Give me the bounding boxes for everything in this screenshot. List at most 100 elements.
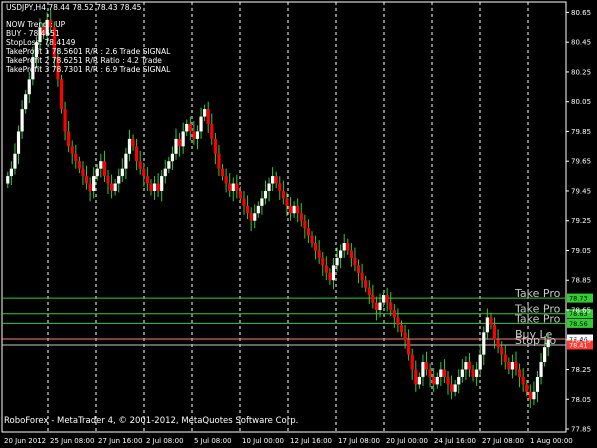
bear-candle xyxy=(414,369,418,385)
bear-candle xyxy=(410,354,414,370)
bull-candle xyxy=(532,391,536,400)
price-tick-label: 78.05 xyxy=(571,396,591,404)
price-tick-label: 79.45 xyxy=(571,187,591,195)
bull-candle xyxy=(185,124,189,132)
bull-candle xyxy=(199,116,203,132)
bull-candle xyxy=(256,205,260,214)
bear-candle xyxy=(188,124,192,132)
time-tick-label: 5 Jul 08:00 xyxy=(194,437,232,445)
level-label: Take Pro xyxy=(514,287,561,300)
bear-candle xyxy=(220,168,225,177)
level-lines: Take Pro 78.73Take Pro 78.63Take Pro 78.56B… xyxy=(2,287,593,350)
trend-line: NOW Trend : UP xyxy=(6,20,66,29)
bear-candle xyxy=(303,220,307,229)
bull-candle xyxy=(231,183,235,191)
bear-candle xyxy=(371,295,375,303)
bear-candle xyxy=(471,369,475,377)
bear-candle xyxy=(517,369,522,377)
bear-candle xyxy=(210,124,214,139)
bull-candle xyxy=(124,153,128,169)
bull-candle xyxy=(439,369,443,377)
bull-candle xyxy=(181,131,185,147)
level-price-badge-text: 78.73 xyxy=(569,295,588,303)
bear-candle xyxy=(81,168,85,177)
bull-candle xyxy=(9,168,13,177)
bull-candle xyxy=(20,109,24,132)
bull-candle xyxy=(120,168,124,177)
bear-candle xyxy=(206,109,210,125)
bull-candle xyxy=(510,362,515,370)
bear-candle xyxy=(288,205,293,214)
bear-candle xyxy=(310,235,314,244)
bull-candle xyxy=(485,317,489,333)
bull-candle xyxy=(267,183,271,191)
bear-candle xyxy=(349,250,353,258)
bear-candle xyxy=(106,176,110,184)
bear-candle xyxy=(521,376,525,385)
bear-candle xyxy=(317,250,321,258)
bull-candle xyxy=(152,183,157,191)
level-label: Stop Lo xyxy=(515,334,556,347)
bull-candle xyxy=(24,94,28,110)
bull-candle xyxy=(475,369,479,377)
bear-candle xyxy=(217,153,221,169)
bear-candle xyxy=(407,339,411,355)
bull-candle xyxy=(335,257,339,266)
bear-candle xyxy=(442,369,447,377)
bear-candle xyxy=(396,317,400,325)
bull-candle xyxy=(92,176,96,191)
bear-candle xyxy=(503,354,507,363)
bear-candle xyxy=(528,391,532,400)
bull-candle xyxy=(417,376,421,385)
price-tick-label: 80.45 xyxy=(571,39,591,47)
time-tick-label: 17 Jul 08:00 xyxy=(338,437,380,445)
time-tick-label: 10 Jul 00:00 xyxy=(242,437,284,445)
bull-candle xyxy=(203,109,207,117)
price-tick-label: 78.25 xyxy=(571,366,591,374)
bear-candle xyxy=(392,309,396,318)
bear-candle xyxy=(177,138,182,147)
bull-candle xyxy=(27,79,31,95)
takeprofit-2-line: TakeProfit 2 78.6251 R/R Ratio : 4.2 Tra… xyxy=(6,56,162,65)
price-tick-label: 80.05 xyxy=(571,98,591,106)
bear-candle xyxy=(299,213,303,221)
chart-window[interactable]: Take Pro 78.73 Take Pro 78.63 Take Pro 78.56 B… xyxy=(0,0,597,448)
bear-candle xyxy=(213,138,217,154)
bull-candle xyxy=(260,198,264,206)
bull-candle xyxy=(113,183,117,191)
bear-candle xyxy=(424,362,429,370)
bear-candle xyxy=(77,161,81,169)
price-tick-label: 78.65 xyxy=(571,306,591,314)
bull-candle xyxy=(478,354,482,370)
bear-candle xyxy=(489,317,493,325)
bear-candle xyxy=(278,183,282,191)
bear-candle xyxy=(403,332,407,340)
bull-candle xyxy=(453,384,457,392)
bull-candle xyxy=(378,302,382,310)
time-tick-label: 24 Jul 16:00 xyxy=(434,437,476,445)
bear-candle xyxy=(131,138,135,147)
takeprofit-3-line: TakeProfit 3 78.7301 R/R : 6.9 Trade SIG… xyxy=(6,65,171,74)
bear-candle xyxy=(235,183,239,191)
bear-candle xyxy=(385,295,389,303)
bear-candle xyxy=(360,272,364,281)
bear-candle xyxy=(432,376,436,385)
bull-candle xyxy=(127,138,132,154)
bear-candle xyxy=(63,109,67,132)
time-tick-label: 20 Jun 2012 xyxy=(4,437,46,445)
price-tick-label: 79.65 xyxy=(571,158,591,166)
bear-candle xyxy=(145,176,149,184)
stoploss-line: StopLoss: 78.4149 xyxy=(6,38,76,47)
bear-candle xyxy=(500,347,504,355)
bear-candle xyxy=(59,79,64,110)
bull-candle xyxy=(99,161,103,169)
bear-candle xyxy=(374,302,379,310)
bull-candle xyxy=(292,205,296,214)
bear-candle xyxy=(449,384,454,392)
time-tick-label: 12 Jul 16:00 xyxy=(290,437,332,445)
bull-candle xyxy=(539,362,543,377)
bull-candle xyxy=(421,362,425,377)
bear-candle xyxy=(514,362,518,370)
bull-candle xyxy=(174,138,178,154)
bear-candle xyxy=(88,183,92,191)
